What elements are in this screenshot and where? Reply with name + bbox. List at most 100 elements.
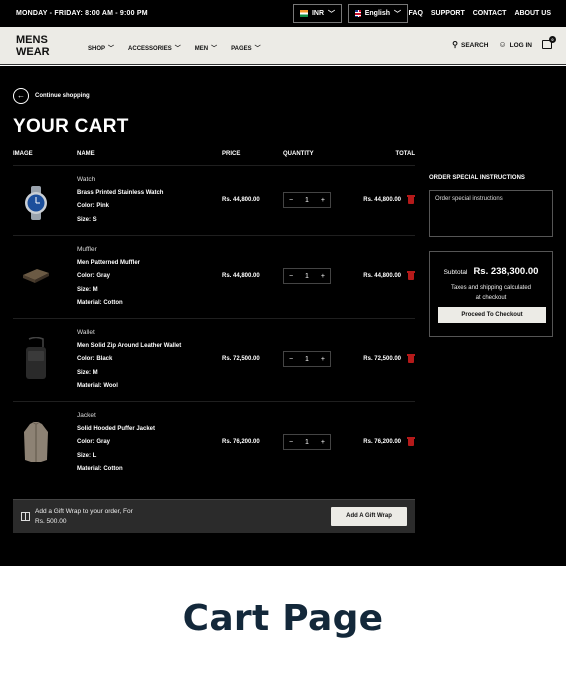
plus-icon[interactable]: + [321, 197, 325, 204]
chevron-down-icon: ﹀ [174, 46, 181, 52]
nav-men[interactable]: MEN ﹀ [195, 43, 217, 52]
watch-image [25, 186, 47, 220]
link-about-us[interactable]: ABOUT US [514, 10, 551, 17]
gift-wrap-bar: Add a Gift Wrap to your order, For Rs. 5… [13, 499, 415, 533]
top-bar: MONDAY - FRIDAY: 8:00 AM - 9:00 PM INR ﹀… [0, 0, 566, 27]
uk-flag-icon [355, 10, 361, 17]
item-name[interactable]: Brass Printed Stainless Watch [77, 187, 163, 201]
link-faq[interactable]: FAQ [409, 10, 423, 17]
order-instructions-field[interactable]: Order special instructions [429, 190, 553, 237]
search-label: SEARCH [460, 42, 489, 49]
chevron-down-icon: ﹀ [108, 46, 115, 52]
top-links: FAQ SUPPORT CONTACT ABOUT US [409, 10, 552, 17]
trash-icon[interactable] [407, 354, 415, 363]
minus-icon[interactable]: − [289, 356, 293, 363]
india-flag-icon [300, 10, 308, 17]
link-contact[interactable]: CONTACT [473, 10, 507, 17]
quantity-stepper[interactable]: − 1 + [283, 268, 331, 284]
subtotal-label: Subtotal [443, 269, 468, 276]
trash-icon[interactable] [407, 195, 415, 204]
page-title: YOUR CART [13, 116, 129, 137]
item-info: Watch Brass Printed Stainless Watch Colo… [77, 173, 163, 227]
col-total: TOTAL [395, 151, 415, 157]
plus-icon[interactable]: + [321, 273, 325, 280]
taxes-note: Taxes and shipping calculated at checkou… [430, 283, 552, 303]
nav-accessories-label: ACCESSORIES [128, 46, 172, 52]
quantity-value[interactable]: 1 [305, 197, 309, 204]
trash-icon[interactable] [407, 271, 415, 280]
site-header: MENS WEAR SHOP ﹀ ACCESSORIES ﹀ MEN ﹀ PAGES ﹀… [0, 27, 566, 65]
table-row: Watch Brass Printed Stainless Watch Colo… [13, 165, 415, 235]
add-gift-wrap-button[interactable]: Add A Gift Wrap [331, 507, 407, 526]
chevron-down-icon: ﹀ [394, 10, 401, 18]
plus-icon[interactable]: + [321, 439, 325, 446]
col-image: IMAGE [13, 151, 33, 157]
cart-bag-icon[interactable]: 0 [542, 36, 556, 49]
gift-wrap-text: Add a Gift Wrap to your order, For Rs. 5… [35, 507, 133, 527]
currency-selector[interactable]: INR ﹀ [293, 4, 342, 23]
item-category: Wallet [77, 329, 95, 336]
item-category: Watch [77, 176, 96, 183]
logo-line-2: WEAR [16, 46, 50, 58]
arrow-left-icon: ← [13, 88, 29, 104]
item-price: Rs. 76,200.00 [222, 439, 260, 445]
nav-accessories[interactable]: ACCESSORIES ﹀ [128, 43, 181, 52]
item-color: Color: Gray [77, 273, 111, 279]
login-button[interactable]: ☺ LOG IN [498, 40, 532, 49]
item-name[interactable]: Men Patterned Muffler [77, 257, 140, 271]
trash-icon[interactable] [407, 437, 415, 446]
quantity-value[interactable]: 1 [305, 273, 309, 280]
checkout-button[interactable]: Proceed To Checkout [438, 307, 546, 323]
item-total: Rs. 44,800.00 [363, 197, 401, 203]
gift-icon [21, 512, 30, 521]
col-name: NAME [77, 151, 95, 157]
minus-icon[interactable]: − [289, 273, 293, 280]
cart-table-header: IMAGE NAME PRICE QUANTITY TOTAL [13, 151, 415, 165]
taxes-note-line-1: Taxes and shipping calculated [450, 285, 532, 291]
link-support[interactable]: SUPPORT [431, 10, 465, 17]
quantity-stepper[interactable]: − 1 + [283, 192, 331, 208]
nav-shop[interactable]: SHOP ﹀ [88, 43, 114, 52]
store-hours: MONDAY - FRIDAY: 8:00 AM - 9:00 PM [16, 10, 148, 17]
continue-shopping-label: Continue shopping [35, 93, 90, 99]
col-price: PRICE [222, 151, 241, 157]
continue-shopping-link[interactable]: ← Continue shopping [13, 88, 90, 104]
item-info: Muffler Men Patterned Muffler Color: Gra… [77, 243, 140, 311]
item-size: Size: S [77, 216, 97, 223]
subtotal-row: Subtotal Rs. 238,300.00 [430, 266, 552, 277]
item-total: Rs. 76,200.00 [363, 439, 401, 445]
search-button[interactable]: ⚲ SEARCH [452, 40, 488, 49]
chevron-down-icon: ﹀ [254, 46, 261, 52]
currency-value: INR [311, 10, 324, 17]
cart-count-badge: 0 [549, 36, 556, 43]
page-caption: Cart Page [182, 598, 384, 639]
quantity-value[interactable]: 1 [305, 439, 309, 446]
item-size: Size: M [77, 369, 98, 376]
gift-wrap-text-line-1: Add a Gift Wrap to your order, For [35, 508, 133, 515]
quantity-value[interactable]: 1 [305, 356, 309, 363]
instructions-heading: ORDER SPECIAL INSTRUCTIONS [429, 175, 525, 181]
language-selector[interactable]: English ﹀ [348, 4, 408, 23]
item-name[interactable]: Men Solid Zip Around Leather Wallet [77, 340, 181, 354]
muffler-image [23, 269, 49, 283]
item-category: Muffler [77, 246, 97, 253]
quantity-stepper[interactable]: − 1 + [283, 351, 331, 367]
plus-icon[interactable]: + [321, 356, 325, 363]
taxes-note-line-2: at checkout [475, 295, 507, 301]
minus-icon[interactable]: − [289, 439, 293, 446]
item-size: Size: M [77, 286, 98, 293]
item-price: Rs. 44,800.00 [222, 197, 260, 203]
item-color: Color: Gray [77, 439, 111, 445]
item-category: Jacket [77, 412, 96, 419]
minus-icon[interactable]: − [289, 197, 293, 204]
nav-pages[interactable]: PAGES ﹀ [231, 43, 261, 52]
user-icon: ☺ [498, 40, 507, 49]
logo[interactable]: MENS WEAR [16, 34, 50, 58]
quantity-stepper[interactable]: − 1 + [283, 434, 331, 450]
item-name[interactable]: Solid Hooded Puffer Jacket [77, 423, 155, 437]
item-size: Size: L [77, 452, 97, 459]
item-material: Material: Cotton [77, 466, 123, 472]
table-row: Jacket Solid Hooded Puffer Jacket Color:… [13, 401, 415, 485]
language-value: English [364, 10, 390, 17]
item-price: Rs. 44,800.00 [222, 273, 260, 279]
